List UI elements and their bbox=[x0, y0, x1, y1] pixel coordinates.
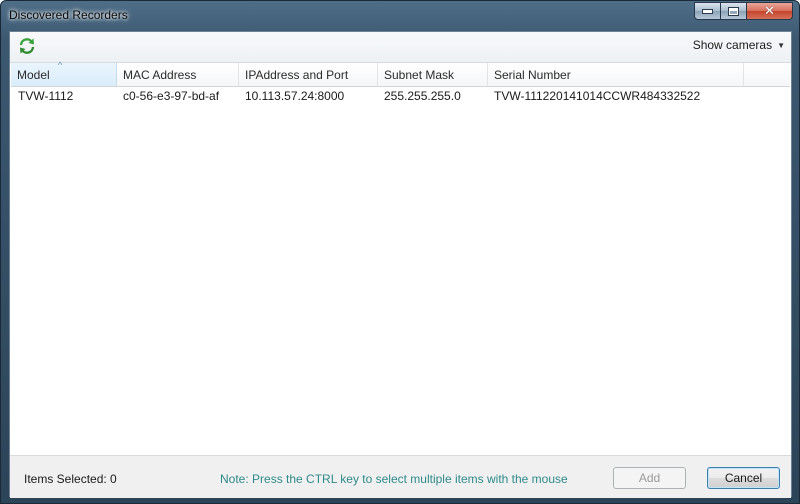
title-bar[interactable]: Discovered Recorders ✕ bbox=[1, 1, 799, 31]
column-header-ip-address[interactable]: IPAddress and Port bbox=[239, 63, 378, 86]
show-cameras-dropdown[interactable]: Show cameras ▼ bbox=[693, 38, 785, 52]
show-cameras-label: Show cameras bbox=[692, 38, 773, 52]
add-button[interactable]: Add bbox=[613, 467, 686, 489]
cell-subnet-mask: 255.255.255.0 bbox=[384, 89, 461, 103]
maximize-icon bbox=[728, 6, 739, 16]
chevron-down-icon: ▼ bbox=[777, 40, 785, 50]
table-row[interactable]: TVW-1112 c0-56-e3-97-bd-af 10.113.57.24:… bbox=[11, 86, 790, 106]
column-header-mac-address[interactable]: MAC Address bbox=[117, 63, 239, 86]
column-header-filler bbox=[744, 63, 790, 86]
column-header-subnet-mask[interactable]: Subnet Mask bbox=[378, 63, 488, 86]
cancel-button[interactable]: Cancel bbox=[707, 467, 780, 489]
window-title: Discovered Recorders bbox=[9, 8, 128, 22]
recorders-list[interactable]: ^ Model MAC Address IPAddress and Port S… bbox=[11, 60, 790, 455]
footer-bar: Items Selected: 0 Note: Press the CTRL k… bbox=[10, 455, 791, 498]
toolbar: Show cameras ▼ bbox=[10, 32, 791, 63]
close-button[interactable]: ✕ bbox=[747, 2, 793, 20]
cell-mac-address: c0-56-e3-97-bd-af bbox=[123, 89, 220, 103]
close-icon: ✕ bbox=[764, 3, 775, 19]
cell-ip-address: 10.113.57.24:8000 bbox=[245, 89, 345, 103]
window-controls: ✕ bbox=[694, 2, 793, 21]
dialog-content: Show cameras ▼ ^ Model MAC Address IPAdd… bbox=[9, 31, 792, 498]
selection-hint: Note: Press the CTRL key to select multi… bbox=[220, 472, 568, 486]
table-header: ^ Model MAC Address IPAddress and Port S… bbox=[11, 60, 790, 87]
cell-model: TVW-1112 bbox=[18, 89, 74, 103]
dialog-window: Discovered Recorders ✕ Show cameras ▼ ^ bbox=[0, 0, 800, 504]
minimize-button[interactable] bbox=[694, 2, 721, 20]
column-header-model[interactable]: ^ Model bbox=[11, 60, 117, 86]
refresh-icon[interactable] bbox=[18, 37, 36, 55]
sort-ascending-icon: ^ bbox=[58, 60, 63, 70]
column-header-serial-number[interactable]: Serial Number bbox=[488, 63, 744, 86]
maximize-button[interactable] bbox=[721, 2, 747, 20]
minimize-icon bbox=[702, 8, 713, 14]
cell-serial-number: TVW-111220141014CCWR484332522 bbox=[494, 89, 701, 103]
items-selected-count: Items Selected: 0 bbox=[24, 472, 117, 486]
